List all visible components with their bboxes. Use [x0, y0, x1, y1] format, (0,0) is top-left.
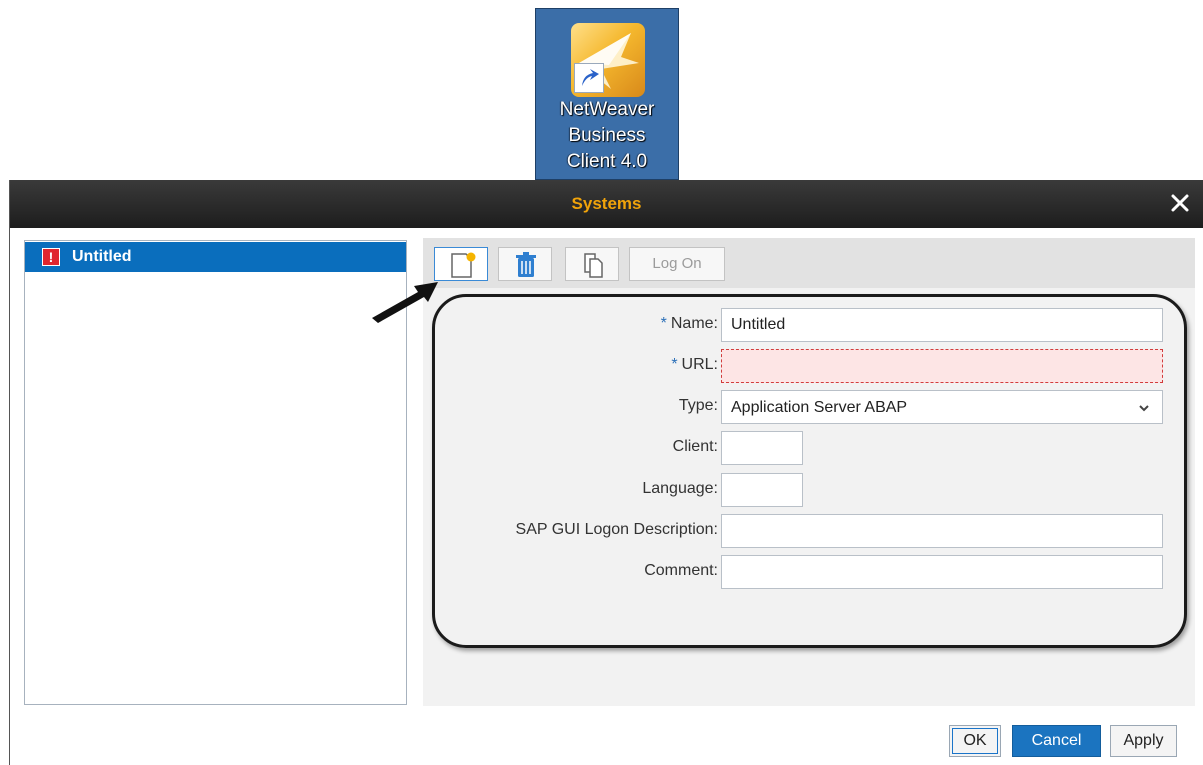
client-input[interactable]	[721, 431, 803, 465]
client-label: Client:	[672, 438, 718, 455]
desktop-icon-caption: NetWeaver Business Client 4.0	[559, 99, 655, 172]
url-label: * URL:	[671, 356, 718, 373]
system-list-item-label: Untitled	[72, 248, 132, 265]
url-input[interactable]	[721, 349, 1163, 383]
dialog-titlebar: Systems	[10, 180, 1203, 228]
systems-dialog: Systems ! Untitled Log On * Name: Untitl…	[9, 180, 1203, 765]
delete-system-button[interactable]	[498, 247, 552, 281]
sapgui-logon-description-label: SAP GUI Logon Description:	[515, 521, 718, 538]
language-label: Language:	[642, 480, 718, 497]
system-toolbar: Log On	[423, 238, 1195, 288]
shortcut-arrow-icon	[574, 63, 604, 93]
language-input[interactable]	[721, 473, 803, 507]
comment-input[interactable]	[721, 555, 1163, 589]
sapgui-logon-description-input[interactable]	[721, 514, 1163, 548]
dialog-title: Systems	[571, 194, 642, 213]
type-label: Type:	[678, 397, 718, 414]
form-highlight-frame	[432, 294, 1187, 648]
log-on-button[interactable]: Log On	[629, 247, 725, 281]
desktop-shortcut[interactable]: NetWeaver Business Client 4.0	[535, 8, 679, 180]
chevron-down-icon	[1139, 405, 1149, 412]
system-list: ! Untitled	[24, 240, 407, 705]
ok-button[interactable]: OK	[949, 725, 1001, 757]
type-select-value: Application Server ABAP	[731, 399, 908, 416]
copy-system-button[interactable]	[565, 247, 619, 281]
comment-label: Comment:	[644, 562, 718, 579]
copy-icon	[584, 253, 603, 278]
cancel-button[interactable]: Cancel	[1012, 725, 1101, 757]
close-icon[interactable]	[1167, 190, 1193, 216]
pointer-arrow-icon	[372, 282, 438, 323]
name-input[interactable]	[721, 308, 1163, 342]
error-icon: !	[42, 248, 60, 266]
apply-button[interactable]: Apply	[1110, 725, 1177, 757]
trash-icon	[516, 252, 536, 277]
system-details-panel: Log On *Name: *URL: Type: Application Se…	[423, 238, 1195, 706]
system-list-item[interactable]: ! Untitled	[25, 242, 406, 272]
type-select[interactable]: Application Server ABAP	[721, 390, 1163, 424]
name-label: * Name:	[660, 315, 718, 332]
